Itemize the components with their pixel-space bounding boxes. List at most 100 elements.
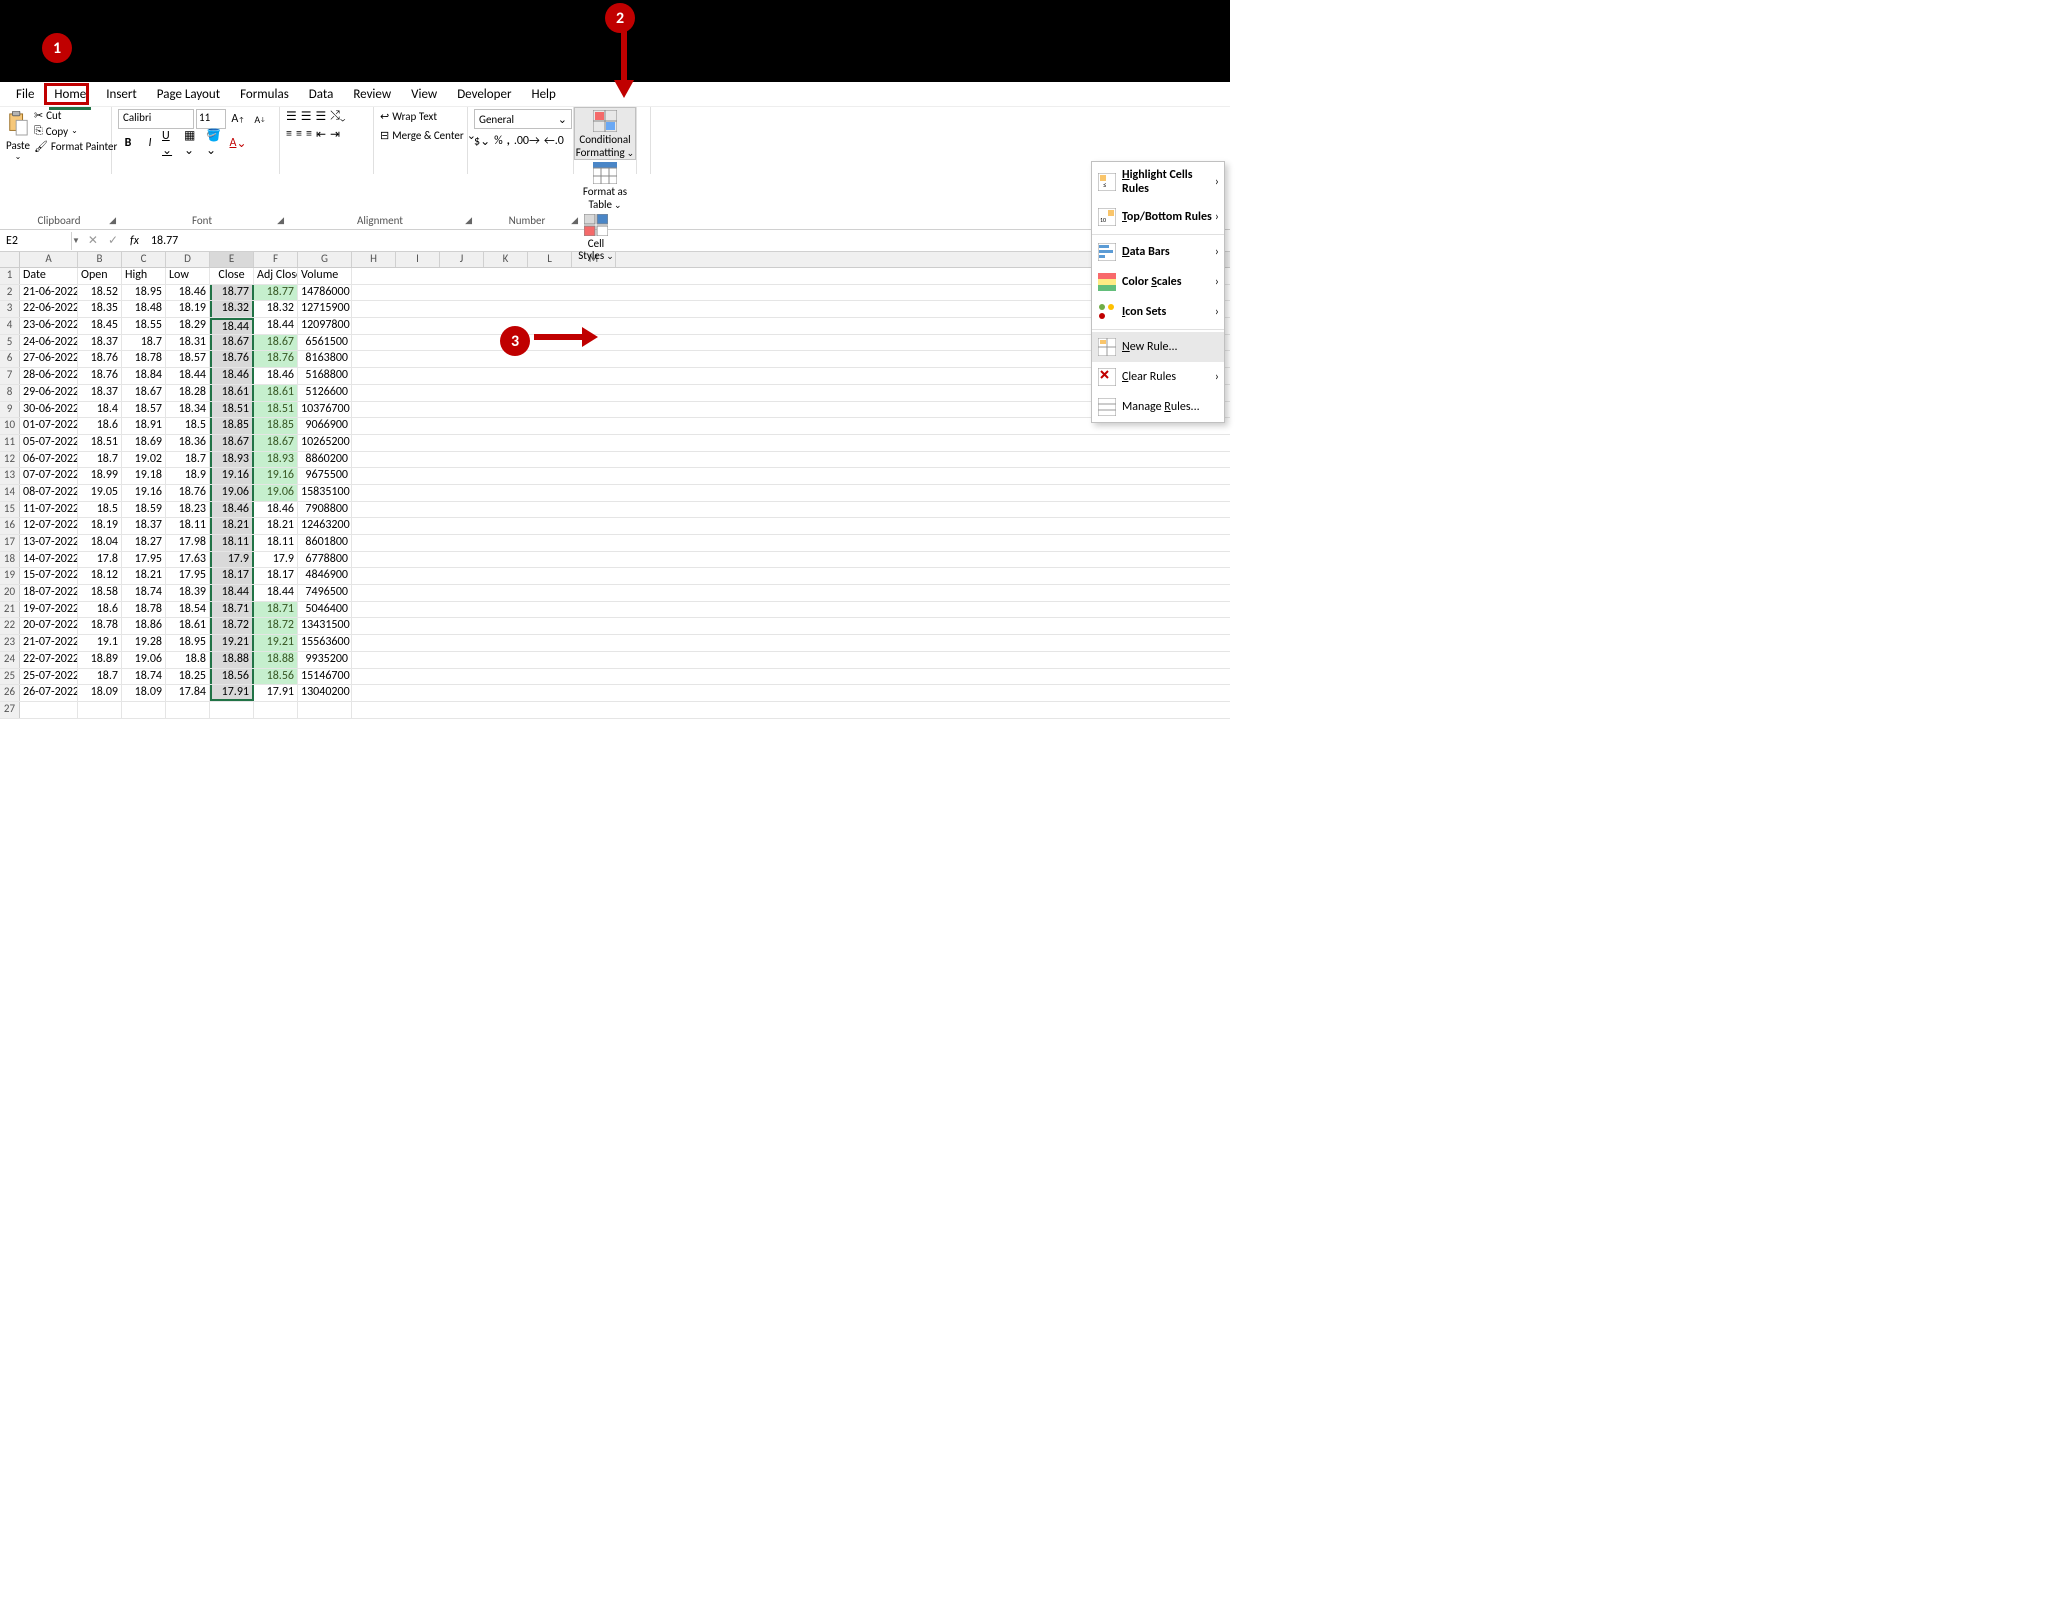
cell-adjclose[interactable]: 18.85 [254, 418, 298, 434]
col-header-D[interactable]: D [166, 252, 210, 267]
cell-close[interactable]: 18.11 [210, 535, 254, 551]
tab-formulas[interactable]: Formulas [230, 84, 299, 105]
cell-close[interactable]: 19.16 [210, 468, 254, 484]
cell-adjclose[interactable]: 18.44 [254, 318, 298, 334]
row-header[interactable]: 24 [0, 652, 20, 668]
cell[interactable]: 9675500 [298, 468, 352, 484]
fx-icon[interactable]: fx [126, 234, 143, 248]
cell[interactable]: 21-06-2022 [20, 285, 78, 301]
row-header[interactable]: 12 [0, 452, 20, 468]
row-header[interactable]: 1 [0, 268, 20, 284]
cell[interactable]: 14786000 [298, 285, 352, 301]
col-header-C[interactable]: C [122, 252, 166, 267]
cell[interactable]: 10376700 [298, 402, 352, 418]
cell[interactable]: 19.05 [78, 485, 122, 501]
cell-close[interactable]: 19.21 [210, 635, 254, 651]
cell[interactable]: 18.86 [122, 618, 166, 634]
cell[interactable]: 18.29 [166, 318, 210, 334]
cell[interactable]: 19.06 [122, 652, 166, 668]
orientation-icon[interactable]: ⤭⌄ [330, 109, 345, 124]
cell[interactable]: 12-07-2022 [20, 518, 78, 534]
cell[interactable]: 4846900 [298, 568, 352, 584]
cell-adjclose[interactable]: 18.46 [254, 502, 298, 518]
number-dialog-launcher[interactable]: ◢ [571, 215, 578, 226]
cell-close[interactable]: 18.77 [210, 285, 254, 301]
cell-close[interactable]: 18.88 [210, 652, 254, 668]
cell[interactable]: 17.98 [166, 535, 210, 551]
col-header-A[interactable]: A [20, 252, 78, 267]
name-box[interactable]: E2 [0, 232, 72, 250]
col-header-H[interactable]: H [352, 252, 396, 267]
row-header[interactable]: 19 [0, 568, 20, 584]
cell-adjclose[interactable]: 18.17 [254, 568, 298, 584]
tab-view[interactable]: View [401, 84, 447, 105]
col-header-I[interactable]: I [396, 252, 440, 267]
cell-close[interactable]: 18.93 [210, 452, 254, 468]
cell[interactable]: 22-06-2022 [20, 301, 78, 317]
cell[interactable]: 18.99 [78, 468, 122, 484]
underline-button[interactable]: U ⌄ [162, 133, 182, 153]
cell[interactable]: 18.76 [166, 485, 210, 501]
cell-styles-button[interactable]: Cell Styles [574, 212, 618, 263]
menu-top-bottom-rules[interactable]: 10 Top/Bottom Rules › [1092, 202, 1224, 232]
cell[interactable]: 18.95 [166, 635, 210, 651]
cell[interactable]: 18.09 [122, 685, 166, 701]
cell-adjclose[interactable]: 18.76 [254, 351, 298, 367]
cell-adjclose[interactable]: 19.06 [254, 485, 298, 501]
cell[interactable]: 18-07-2022 [20, 585, 78, 601]
cell[interactable]: 10265200 [298, 435, 352, 451]
header-volume[interactable]: Volume [298, 268, 352, 284]
cell-adjclose[interactable]: 17.9 [254, 552, 298, 568]
cell[interactable]: 18.78 [122, 351, 166, 367]
cell-adjclose[interactable]: 18.44 [254, 585, 298, 601]
tab-file[interactable]: File [6, 84, 44, 105]
cell[interactable]: 18.45 [78, 318, 122, 334]
increase-decimal-icon[interactable]: .00→ [514, 134, 540, 149]
increase-font-icon[interactable]: A↑ [228, 109, 248, 129]
paste-button[interactable]: Paste ⌄ [6, 109, 30, 174]
row-header[interactable]: 14 [0, 485, 20, 501]
cell[interactable]: 18.76 [78, 368, 122, 384]
col-header-E[interactable]: E [210, 252, 254, 267]
cell[interactable]: 17.63 [166, 552, 210, 568]
cell[interactable]: 18.52 [78, 285, 122, 301]
cell[interactable]: 18.6 [78, 602, 122, 618]
cell[interactable]: 18.91 [122, 418, 166, 434]
cell[interactable]: 28-06-2022 [20, 368, 78, 384]
borders-button[interactable]: ▦ ⌄ [184, 133, 204, 153]
col-header-F[interactable]: F [254, 252, 298, 267]
cell[interactable]: 19.28 [122, 635, 166, 651]
format-as-table-button[interactable]: Format as Table [574, 160, 636, 211]
cell[interactable]: 18.74 [122, 669, 166, 685]
cell[interactable]: 22-07-2022 [20, 652, 78, 668]
italic-button[interactable]: I [140, 133, 160, 153]
menu-clear-rules[interactable]: Clear Rules › [1092, 362, 1224, 392]
cell[interactable]: 13-07-2022 [20, 535, 78, 551]
cell[interactable]: 18.19 [78, 518, 122, 534]
menu-new-rule[interactable]: New Rule... [1092, 332, 1224, 362]
bold-button[interactable]: B [118, 133, 138, 153]
number-format-select[interactable]: General⌄ [474, 109, 572, 129]
row-header[interactable]: 11 [0, 435, 20, 451]
cell[interactable]: 5168800 [298, 368, 352, 384]
cell[interactable]: 18.69 [122, 435, 166, 451]
cell[interactable]: 06-07-2022 [20, 452, 78, 468]
cell-adjclose[interactable]: 18.93 [254, 452, 298, 468]
percent-format-icon[interactable]: % [494, 134, 503, 149]
cell[interactable]: 15-07-2022 [20, 568, 78, 584]
cell[interactable]: 18.78 [78, 618, 122, 634]
merge-center-button[interactable]: ⊟Merge & Center ⌄ [380, 129, 461, 142]
cell[interactable]: 18.7 [78, 452, 122, 468]
formula-input[interactable]: 18.77 [143, 234, 178, 248]
cell[interactable]: 15563600 [298, 635, 352, 651]
cell[interactable]: 18.37 [78, 385, 122, 401]
cell[interactable]: 18.12 [78, 568, 122, 584]
cell[interactable]: 18.57 [166, 351, 210, 367]
cell-close[interactable]: 18.67 [210, 335, 254, 351]
cell[interactable]: 17.95 [166, 568, 210, 584]
comma-format-icon[interactable]: , [507, 134, 510, 149]
row-header[interactable]: 21 [0, 602, 20, 618]
align-left-icon[interactable]: ≡ [286, 127, 292, 142]
wrap-text-button[interactable]: ↩Wrap Text [380, 110, 461, 123]
header-low[interactable]: Low [166, 268, 210, 284]
